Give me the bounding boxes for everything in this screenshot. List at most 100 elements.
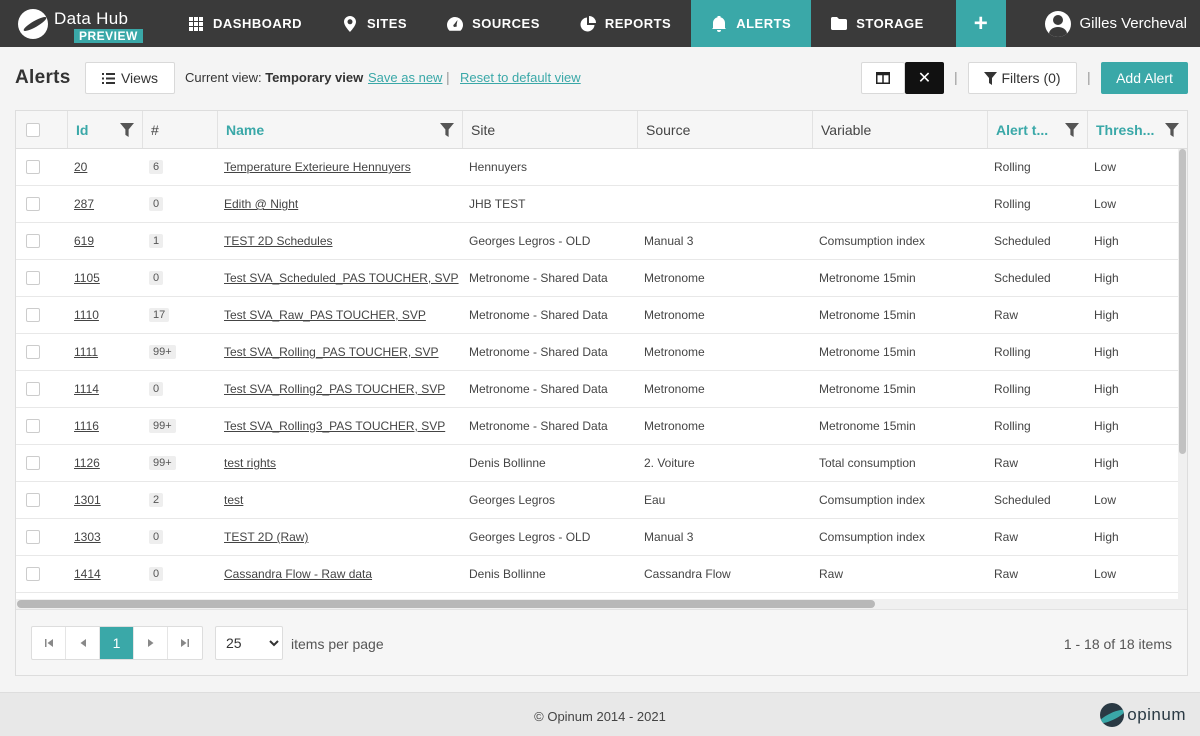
column-header-name[interactable]: Name bbox=[217, 111, 462, 148]
alert-id-link[interactable]: 1105 bbox=[74, 271, 100, 285]
views-button[interactable]: Views bbox=[85, 62, 175, 94]
column-header-threshold[interactable]: Thresh... bbox=[1087, 111, 1187, 148]
row-checkbox[interactable] bbox=[26, 271, 40, 285]
row-checkbox[interactable] bbox=[26, 567, 40, 581]
row-checkbox[interactable] bbox=[26, 530, 40, 544]
select-all-checkbox[interactable] bbox=[26, 122, 40, 137]
page-button-current[interactable]: 1 bbox=[100, 627, 134, 659]
column-layout-button[interactable] bbox=[861, 62, 905, 94]
page-title: Alerts bbox=[15, 67, 71, 88]
add-new-button[interactable]: + bbox=[955, 0, 1006, 47]
table-row[interactable]: 20 6 Temperature Exterieure Hennuyers He… bbox=[16, 149, 1178, 186]
row-checkbox[interactable] bbox=[26, 419, 40, 433]
row-checkbox[interactable] bbox=[26, 160, 40, 174]
alert-name-link[interactable]: test rights bbox=[224, 456, 276, 470]
reset-default-view-link[interactable]: Reset to default view bbox=[460, 70, 581, 85]
alert-id-link[interactable]: 1414 bbox=[74, 567, 101, 581]
gauge-icon bbox=[447, 16, 464, 32]
nav-alerts[interactable]: ALERTS bbox=[691, 0, 812, 47]
column-header-count[interactable]: # bbox=[142, 111, 217, 148]
alert-name-link[interactable]: Cassandra Flow - Raw data bbox=[224, 567, 372, 581]
column-header-source[interactable]: Source bbox=[637, 111, 812, 148]
user-menu[interactable]: Gilles Vercheval bbox=[1045, 0, 1200, 47]
first-page-button[interactable] bbox=[32, 627, 66, 659]
column-header-alert-type[interactable]: Alert t... bbox=[987, 111, 1087, 148]
nav-storage[interactable]: STORAGE bbox=[811, 0, 944, 47]
alert-name-link[interactable]: Test SVA_Rolling3_PAS TOUCHER, SVP bbox=[224, 419, 445, 433]
filters-button[interactable]: Filters (0) bbox=[968, 62, 1077, 94]
alert-id-link[interactable]: 1126 bbox=[74, 456, 100, 470]
alert-id-link[interactable]: 1114 bbox=[74, 382, 99, 396]
table-row[interactable]: 1111 99+ Test SVA_Rolling_PAS TOUCHER, S… bbox=[16, 334, 1178, 371]
row-select-cell bbox=[26, 371, 56, 407]
alert-name-link[interactable]: Test SVA_Rolling2_PAS TOUCHER, SVP bbox=[224, 382, 445, 396]
clear-view-button[interactable]: ✕ bbox=[905, 62, 944, 94]
row-checkbox[interactable] bbox=[26, 382, 40, 396]
source-cell: Metronome bbox=[644, 308, 705, 322]
alert-id-link[interactable]: 1110 bbox=[74, 308, 99, 322]
alert-id-link[interactable]: 1301 bbox=[74, 493, 101, 507]
table-row[interactable]: 1414 0 Cassandra Flow - Raw data Denis B… bbox=[16, 556, 1178, 593]
alert-name-link[interactable]: TEST 2D Schedules bbox=[224, 234, 333, 248]
nav-sources[interactable]: SOURCES bbox=[427, 0, 560, 47]
threshold-cell: High bbox=[1094, 419, 1119, 433]
name-cell: test rights bbox=[224, 445, 460, 481]
alert-id-link[interactable]: 287 bbox=[74, 197, 94, 211]
filter-icon[interactable] bbox=[1165, 123, 1179, 137]
table-row[interactable]: 1114 0 Test SVA_Rolling2_PAS TOUCHER, SV… bbox=[16, 371, 1178, 408]
row-checkbox[interactable] bbox=[26, 308, 40, 322]
table-row[interactable]: 287 0 Edith @ Night JHB TEST Rolling Low bbox=[16, 186, 1178, 223]
alert-id-link[interactable]: 1111 bbox=[74, 345, 98, 359]
filter-icon[interactable] bbox=[440, 123, 454, 137]
alert-type-cell: Scheduled bbox=[994, 493, 1051, 507]
count-badge: 0 bbox=[149, 567, 164, 581]
alert-name-link[interactable]: TEST 2D (Raw) bbox=[224, 530, 308, 544]
count-cell: 99+ bbox=[149, 408, 215, 444]
row-checkbox[interactable] bbox=[26, 345, 40, 359]
column-header-site[interactable]: Site bbox=[462, 111, 637, 148]
nav-sites[interactable]: SITES bbox=[322, 0, 427, 47]
alert-name-link[interactable]: test bbox=[224, 493, 243, 507]
horizontal-scrollbar[interactable] bbox=[16, 599, 1187, 609]
filter-icon[interactable] bbox=[1065, 123, 1079, 137]
table-row[interactable]: 619 1 TEST 2D Schedules Georges Legros -… bbox=[16, 223, 1178, 260]
table-row[interactable]: 1116 99+ Test SVA_Rolling3_PAS TOUCHER, … bbox=[16, 408, 1178, 445]
last-page-button[interactable] bbox=[168, 627, 202, 659]
brand[interactable]: Data Hub PREVIEW bbox=[0, 0, 168, 47]
table-row[interactable]: 1303 0 TEST 2D (Raw) Georges Legros - OL… bbox=[16, 519, 1178, 556]
next-page-button[interactable] bbox=[134, 627, 168, 659]
table-row[interactable]: 1105 0 Test SVA_Scheduled_PAS TOUCHER, S… bbox=[16, 260, 1178, 297]
alert-name-link[interactable]: Test SVA_Rolling_PAS TOUCHER, SVP bbox=[224, 345, 439, 359]
footer: © Opinum 2014 - 2021 opinum bbox=[0, 692, 1200, 736]
alert-id-link[interactable]: 20 bbox=[74, 160, 87, 174]
alert-id-link[interactable]: 619 bbox=[74, 234, 94, 248]
column-header-id[interactable]: Id bbox=[67, 111, 142, 148]
alert-id-link[interactable]: 1303 bbox=[74, 530, 101, 544]
previous-page-button[interactable] bbox=[66, 627, 100, 659]
alert-id-link[interactable]: 1116 bbox=[74, 419, 99, 433]
alert-name-link[interactable]: Temperature Exterieure Hennuyers bbox=[224, 160, 411, 174]
row-checkbox[interactable] bbox=[26, 493, 40, 507]
table-row[interactable]: 1126 99+ test rights Denis Bollinne 2. V… bbox=[16, 445, 1178, 482]
row-checkbox[interactable] bbox=[26, 456, 40, 470]
table-row[interactable]: 1301 2 test Georges Legros Eau Comsumpti… bbox=[16, 482, 1178, 519]
page-size-select[interactable]: 25 bbox=[215, 626, 283, 660]
alert-name-link[interactable]: Edith @ Night bbox=[224, 197, 298, 211]
row-checkbox[interactable] bbox=[26, 234, 40, 248]
save-as-new-link[interactable]: Save as new bbox=[368, 70, 442, 85]
vertical-scrollbar[interactable] bbox=[1178, 149, 1187, 599]
alert-name-link[interactable]: Test SVA_Raw_PAS TOUCHER, SVP bbox=[224, 308, 426, 322]
filter-icon[interactable] bbox=[120, 123, 134, 137]
horizontal-scrollbar-thumb[interactable] bbox=[17, 600, 875, 608]
vertical-scrollbar-thumb[interactable] bbox=[1179, 149, 1186, 454]
source-cell: Metronome bbox=[644, 419, 705, 433]
count-badge: 2 bbox=[149, 493, 164, 507]
alert-name-link[interactable]: Test SVA_Scheduled_PAS TOUCHER, SVP bbox=[224, 271, 459, 285]
nav-dashboard[interactable]: DASHBOARD bbox=[168, 0, 322, 47]
add-alert-button[interactable]: Add Alert bbox=[1101, 62, 1188, 94]
nav-reports[interactable]: REPORTS bbox=[560, 0, 691, 47]
table-row[interactable]: 1110 17 Test SVA_Raw_PAS TOUCHER, SVP Me… bbox=[16, 297, 1178, 334]
row-checkbox[interactable] bbox=[26, 197, 40, 211]
column-header-variable[interactable]: Variable bbox=[812, 111, 987, 148]
nav-label: SITES bbox=[367, 16, 408, 31]
